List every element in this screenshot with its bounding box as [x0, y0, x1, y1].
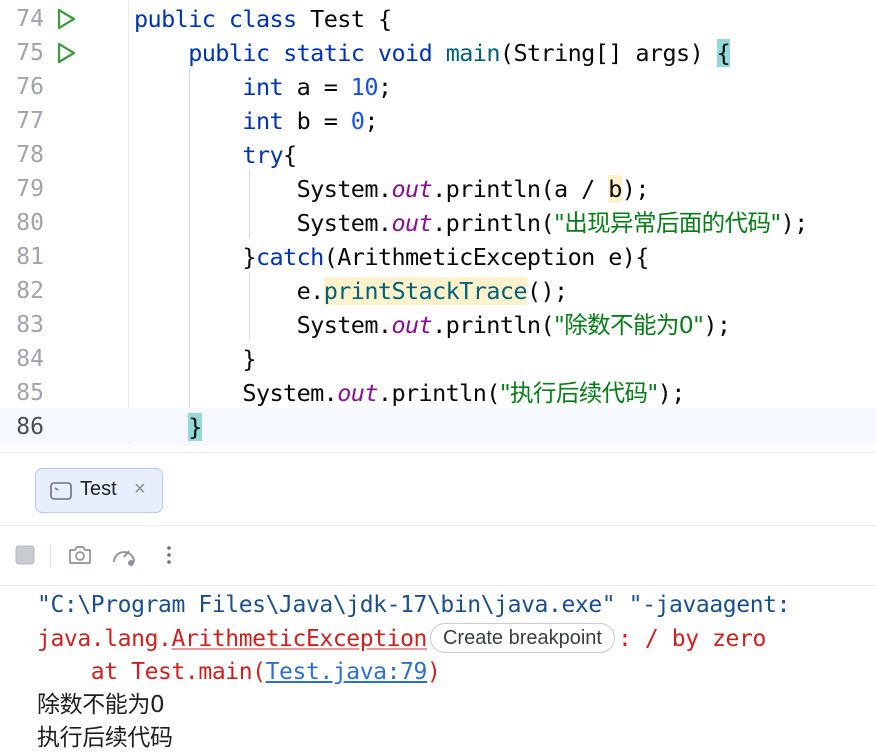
code-text: System.out.println("除数不能为0"); [296, 311, 731, 339]
line-number: 80 [16, 210, 44, 236]
code-line[interactable]: 85 System.out.println("执行后续代码"); [0, 376, 876, 410]
console-output[interactable]: "C:\Program Files\Java\jdk-17\bin\java.e… [0, 587, 876, 754]
line-number: 76 [16, 74, 44, 100]
code-text: }catch(ArithmeticException e){ [242, 243, 649, 271]
code-text: System.out.println("执行后续代码"); [242, 379, 685, 407]
line-number: 82 [16, 278, 44, 304]
gauge-icon[interactable] [110, 541, 138, 569]
console-stack-line: at Test.main(Test.java:79) [37, 659, 441, 685]
line-number: 79 [16, 176, 44, 202]
source-link[interactable]: Test.java:79 [266, 659, 428, 685]
code-line[interactable]: 75 public static void main(String[] args… [0, 36, 876, 70]
line-number: 85 [16, 380, 44, 406]
code-text: public class Test { [134, 5, 392, 33]
console-output-line: 执行后续代码 [37, 725, 173, 751]
code-line[interactable]: 80 System.out.println("出现异常后面的代码"); [0, 206, 876, 240]
line-number: 86 [16, 414, 44, 440]
line-number: 84 [16, 346, 44, 372]
line-number: 81 [16, 244, 44, 270]
code-line[interactable]: 82 e.printStackTrace(); [0, 274, 876, 308]
code-line[interactable]: 84 } [0, 342, 876, 376]
code-line[interactable]: 81 }catch(ArithmeticException e){ [0, 240, 876, 274]
code-text: int a = 10; [242, 73, 392, 101]
line-number: 78 [16, 142, 44, 168]
create-breakpoint-button[interactable]: Create breakpoint [429, 623, 615, 653]
line-number: 83 [16, 312, 44, 338]
code-line[interactable]: 78 try{ [0, 138, 876, 172]
code-text: public static void main(String[] args) { [188, 39, 731, 67]
stop-icon[interactable] [11, 541, 39, 569]
line-number: 77 [16, 108, 44, 134]
tab-label: Test [80, 478, 117, 500]
code-text: } [242, 345, 256, 373]
line-number: 74 [16, 6, 44, 32]
code-text: e.printStackTrace(); [296, 277, 568, 305]
camera-icon[interactable] [66, 541, 94, 569]
code-line[interactable]: 83 System.out.println("除数不能为0"); [0, 308, 876, 342]
code-line[interactable]: 79 System.out.println(a / b); [0, 172, 876, 206]
console-exception-line: java.lang.ArithmeticException Create brea… [37, 623, 766, 656]
code-text: } [134, 408, 202, 446]
console-window-icon [50, 482, 72, 500]
toolbar-separator [0, 525, 876, 526]
run-tool-window: Test × "C:\Program Files\Java\jdk-17\bin… [0, 452, 876, 754]
close-icon[interactable]: × [134, 478, 146, 501]
more-vertical-icon[interactable] [155, 541, 183, 569]
code-line[interactable]: 74 public class Test { [0, 2, 876, 36]
run-tab-test[interactable]: Test × [35, 468, 163, 513]
matched-brace: } [188, 413, 202, 441]
code-editor[interactable]: 74 public class Test { 75 public static … [0, 0, 876, 448]
run-icon[interactable] [54, 7, 78, 31]
matched-brace: { [716, 39, 731, 67]
toolbar-divider [50, 545, 51, 567]
code-line[interactable]: 77 int b = 0; [0, 104, 876, 138]
code-line[interactable]: 76 int a = 10; [0, 70, 876, 104]
run-icon[interactable] [54, 41, 78, 65]
code-line-current[interactable]: 86 } [0, 408, 876, 446]
line-number: 75 [16, 40, 44, 66]
exception-link[interactable]: ArithmeticException [171, 626, 427, 652]
code-text: System.out.println("出现异常后面的代码"); [296, 209, 809, 237]
code-text: System.out.println(a / b); [296, 175, 650, 203]
console-output-line: 除数不能为0 [37, 692, 165, 718]
code-text: int b = 0; [242, 107, 378, 135]
console-command-line: "C:\Program Files\Java\jdk-17\bin\java.e… [37, 592, 791, 618]
console-separator [0, 585, 876, 586]
code-text: try{ [242, 141, 297, 169]
